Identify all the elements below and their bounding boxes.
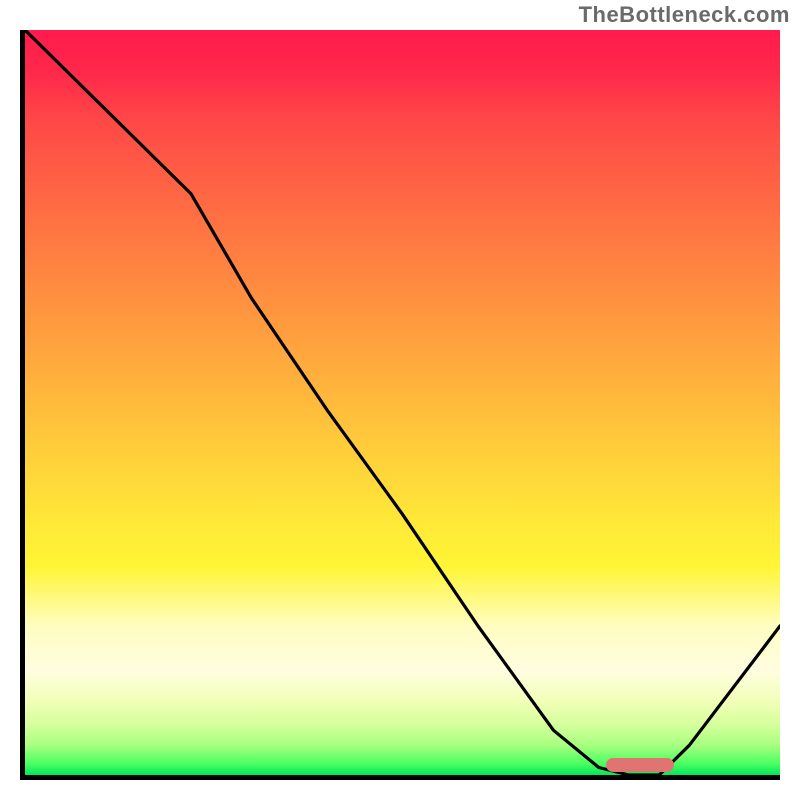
bottleneck-curve-svg <box>25 30 780 775</box>
bottleneck-curve-path <box>25 30 780 775</box>
optimal-zone-marker <box>606 758 674 772</box>
chart-axes <box>20 30 780 780</box>
watermark-text: TheBottleneck.com <box>579 2 790 28</box>
chart-container: TheBottleneck.com <box>0 0 800 800</box>
